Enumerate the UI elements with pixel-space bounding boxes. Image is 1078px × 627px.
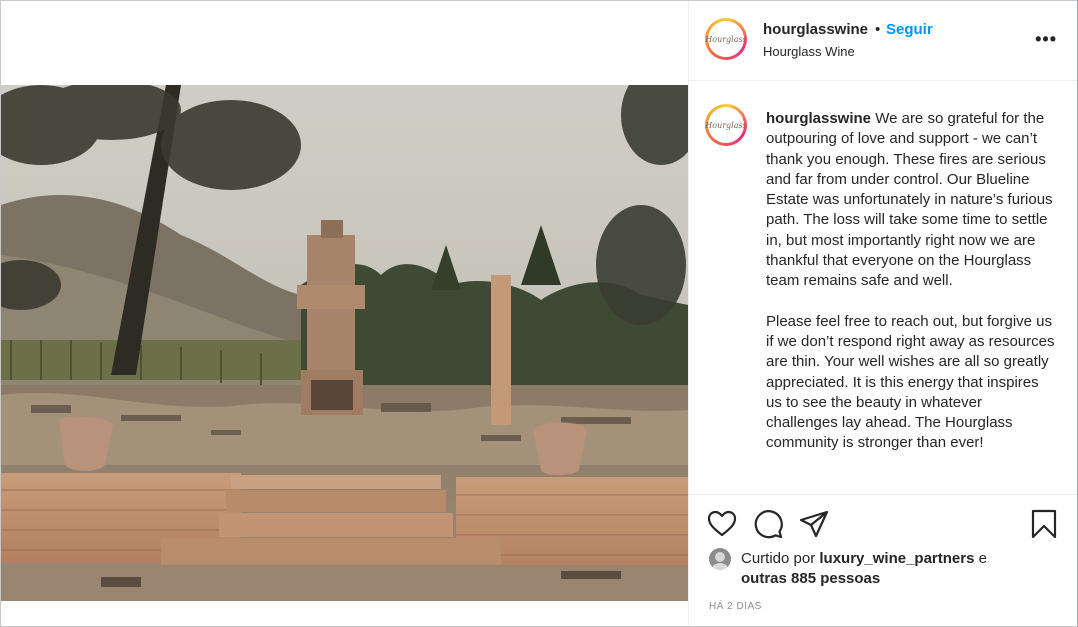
liker-username[interactable]: luxury_wine_partners (819, 550, 974, 567)
avatar[interactable]: Hourglass (705, 18, 747, 60)
post-media-panel (1, 1, 688, 625)
header-location[interactable]: Hourglass Wine (763, 44, 855, 59)
post-actions: Curtido por luxury_wine_partners e outra… (689, 494, 1077, 626)
caption-paragraph-2: Please feel free to reach out, but forgi… (766, 312, 1055, 452)
bookmark-icon[interactable] (1029, 509, 1059, 539)
likes-text: Curtido por luxury_wine_partners e outra… (741, 549, 1041, 589)
avatar-logo: Hourglass (705, 120, 747, 130)
header-username[interactable]: hourglasswine (763, 21, 868, 38)
likes-others-link[interactable]: outras 885 pessoas (741, 570, 880, 587)
share-icon[interactable] (799, 509, 829, 539)
likes-prefix: Curtido por (741, 550, 816, 567)
avatar-inner: Hourglass (705, 21, 747, 57)
caption-area[interactable]: Hourglass hourglasswine We are so gratef… (689, 81, 1077, 493)
heart-icon[interactable] (707, 509, 737, 539)
post-header: Hourglass hourglasswine • Seguir Hourgla… (689, 1, 1077, 81)
caption-paragraph-1: We are so grateful for the outpouring of… (766, 110, 1053, 290)
post-timestamp[interactable]: HÁ 2 DIAS (709, 601, 762, 612)
post-sidebar: Hourglass hourglasswine • Seguir Hourgla… (688, 1, 1077, 625)
separator-dot: • (875, 21, 881, 38)
caption-username[interactable]: hourglasswine (766, 110, 871, 127)
more-icon[interactable]: ••• (1035, 29, 1057, 50)
follow-button[interactable]: Seguir (886, 21, 933, 38)
avatar-logo: Hourglass (705, 34, 747, 44)
post-photo[interactable] (1, 85, 688, 601)
caption-text: hourglasswine We are so grateful for the… (766, 109, 1056, 454)
avatar-inner: Hourglass (705, 107, 747, 143)
comment-icon[interactable] (753, 509, 783, 539)
caption-avatar[interactable]: Hourglass (705, 104, 747, 146)
liker-avatar[interactable] (709, 548, 731, 570)
likes-connector: e (978, 550, 987, 567)
